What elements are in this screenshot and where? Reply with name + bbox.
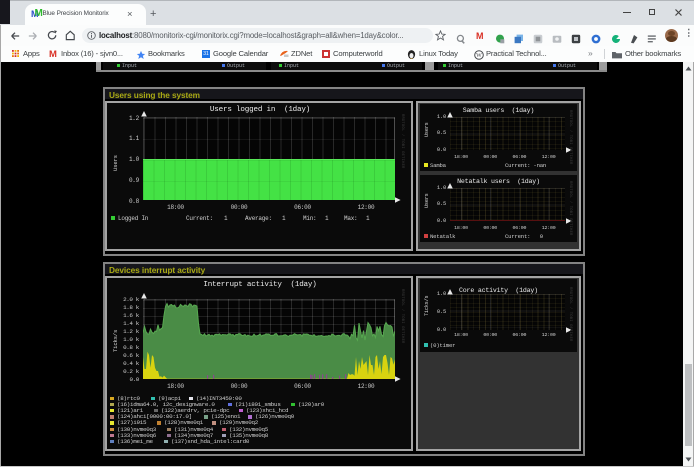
svg-text:W: W [476,53,482,59]
